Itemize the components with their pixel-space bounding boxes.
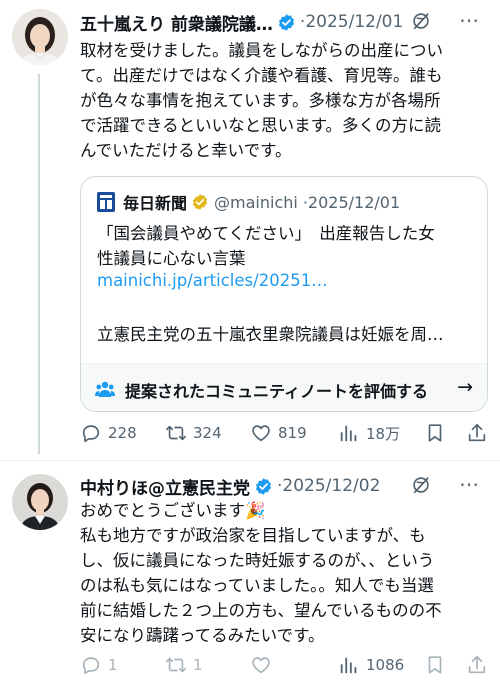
quoted-tweet-card[interactable]: 毎日新聞 @mainichi · 2025/12/01 「国会議員やめてください… bbox=[80, 176, 488, 412]
bookmark-button[interactable] bbox=[424, 654, 446, 676]
tweet-text: おめでとうございます🎉 私も地方ですが政治家を目指していますが、も し、仮に議員… bbox=[80, 498, 490, 648]
community-note-prompt[interactable]: 提案されたコミュニティノートを評価する → bbox=[81, 363, 487, 411]
like-button[interactable] bbox=[250, 654, 278, 676]
avatar[interactable] bbox=[12, 474, 68, 530]
tweet-text-line: で活躍できるといいなと思います。多くの方に読 bbox=[80, 116, 442, 135]
quote-title: 「国会議員やめてください」 出産報告した女 性議員に心ない言葉 bbox=[97, 221, 477, 271]
tweet-date[interactable]: 2025/12/02 bbox=[282, 476, 380, 496]
views-count: 18万 bbox=[366, 424, 401, 443]
tweet-header: 五十嵐えり 前衆議院議… · 2025/12/01 ⋯ bbox=[80, 8, 490, 36]
retweet-count: 324 bbox=[193, 424, 222, 442]
tweet-text-line: 私も地方ですが政治家を目指していますが、も bbox=[80, 526, 426, 545]
author-name[interactable]: 五十嵐えり 前衆議院議… bbox=[80, 10, 273, 35]
tweet-header: 中村りほ@立憲民主党 · 2025/12/02 ⋯ bbox=[80, 472, 490, 500]
gold-verified-badge-icon bbox=[192, 194, 208, 210]
tweet-1[interactable]: 五十嵐えり 前衆議院議… · 2025/12/01 ⋯ 取材を受けました。議員を… bbox=[0, 0, 500, 460]
like-button[interactable]: 819 bbox=[250, 422, 307, 444]
quote-snippet: 立憲民主党の五十嵐衣里衆院議員は妊娠を周… bbox=[97, 325, 444, 344]
grok-icon[interactable] bbox=[410, 474, 432, 496]
share-button[interactable] bbox=[466, 422, 488, 444]
tweet-text-line: のは私も気にはなっていました。。知人でも当選 bbox=[80, 576, 434, 595]
mainichi-logo-icon bbox=[97, 192, 115, 212]
views-icon bbox=[340, 657, 357, 674]
arrow-right-icon: → bbox=[457, 376, 473, 398]
like-count: 819 bbox=[278, 424, 307, 442]
tweet-date[interactable]: 2025/12/01 bbox=[305, 12, 403, 32]
avatar[interactable] bbox=[12, 9, 68, 65]
retweet-icon bbox=[166, 657, 186, 673]
tweet-actions: 228 324 819 18万 bbox=[80, 422, 492, 446]
reply-icon bbox=[82, 425, 100, 443]
retweet-icon bbox=[166, 425, 186, 441]
tweet-text-line: て。出産だけではなく介護や看護、育児等。誰も bbox=[80, 66, 443, 85]
tweet-text: 取材を受けました。議員をしながらの出産につい て。出産だけではなく介護や看護、育… bbox=[80, 38, 490, 163]
tweet-text-line: んでいただけると幸いです。 bbox=[80, 141, 292, 160]
bookmark-button[interactable] bbox=[424, 422, 446, 444]
community-note-icon bbox=[95, 381, 115, 397]
verified-badge-icon bbox=[278, 13, 294, 31]
quote-date[interactable]: 2025/12/01 bbox=[308, 193, 400, 212]
views-count: 1086 bbox=[366, 656, 405, 674]
views-button[interactable]: 1086 bbox=[338, 654, 404, 676]
quote-title-line: 性議員に心ない言葉 bbox=[97, 249, 246, 268]
quote-handle[interactable]: @mainichi bbox=[214, 193, 298, 212]
tweet-divider bbox=[0, 460, 500, 461]
reply-button[interactable]: 1 bbox=[80, 654, 118, 676]
grok-icon[interactable] bbox=[410, 10, 432, 32]
quote-author-name[interactable]: 毎日新聞 bbox=[123, 190, 187, 214]
quote-article-link[interactable]: mainichi.jp/articles/20251… bbox=[97, 271, 328, 290]
share-icon bbox=[468, 655, 486, 674]
tweet-2[interactable]: 中村りほ@立憲民主党 · 2025/12/02 ⋯ おめでとうございます🎉 私も… bbox=[0, 462, 500, 680]
tweet-text-line: 前に結婚した２つ上の方も、望んでいるものの不 bbox=[80, 601, 442, 620]
quote-title-line: 「国会議員やめてください」 出産報告した女 bbox=[97, 224, 435, 243]
bookmark-icon bbox=[428, 656, 442, 674]
tweet-text-line: 取材を受けました。議員をしながらの出産につい bbox=[80, 41, 443, 60]
share-icon bbox=[468, 423, 486, 442]
reply-count: 228 bbox=[108, 424, 137, 442]
heart-icon bbox=[252, 657, 270, 674]
retweet-count: 1 bbox=[193, 656, 203, 674]
tweet-text-line: おめでとうございます🎉 bbox=[80, 501, 266, 520]
quote-header: 毎日新聞 @mainichi · 2025/12/01 bbox=[97, 190, 400, 214]
community-note-label: 提案されたコミュニティノートを評価する bbox=[125, 382, 429, 401]
views-icon bbox=[340, 425, 357, 442]
retweet-button[interactable]: 324 bbox=[165, 422, 222, 444]
verified-badge-icon bbox=[255, 477, 272, 495]
reply-button[interactable]: 228 bbox=[80, 422, 137, 444]
reply-count: 1 bbox=[108, 656, 118, 674]
heart-icon bbox=[252, 425, 270, 442]
bookmark-icon bbox=[428, 424, 442, 442]
author-name[interactable]: 中村りほ@立憲民主党 bbox=[80, 474, 250, 499]
more-icon[interactable]: ⋯ bbox=[459, 8, 480, 32]
views-button[interactable]: 18万 bbox=[338, 422, 400, 444]
tweet-text-line: が色々な事情を抱えています。多様な方が各場所 bbox=[80, 91, 441, 110]
reply-icon bbox=[82, 657, 100, 675]
retweet-button[interactable]: 1 bbox=[165, 654, 203, 676]
share-button[interactable] bbox=[466, 654, 488, 676]
more-icon[interactable]: ⋯ bbox=[459, 472, 480, 496]
tweet-text-line: 安になり躊躇ってるみたいです。 bbox=[80, 626, 325, 645]
tweet-actions: 1 1 1086 bbox=[80, 654, 492, 678]
tweet-text-line: し、仮に議員になった時妊娠するのが、、という bbox=[80, 551, 435, 570]
